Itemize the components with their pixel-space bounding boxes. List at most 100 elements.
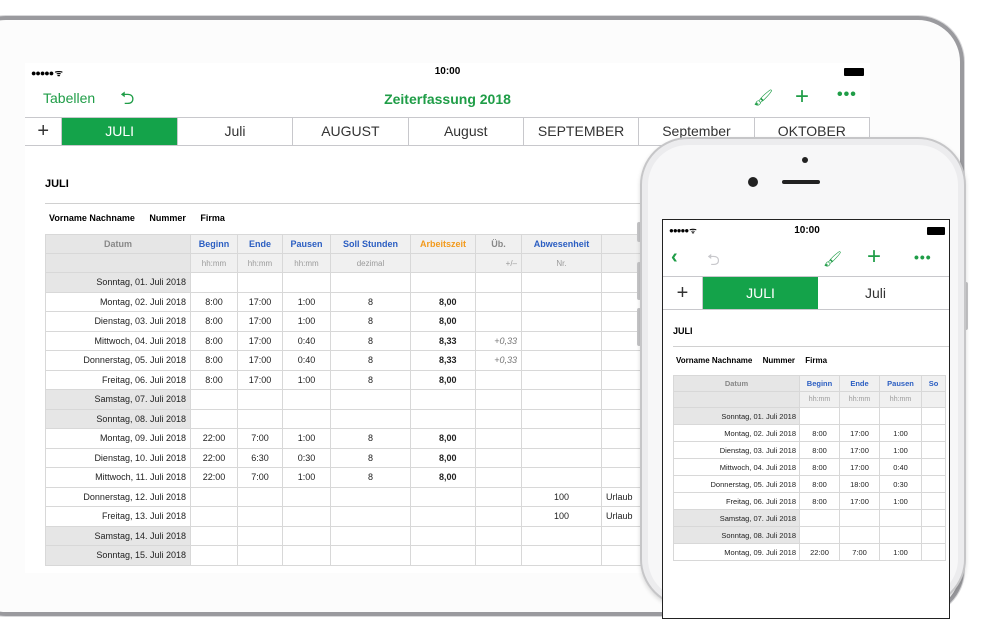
date-cell[interactable]: Montag, 09. Juli 2018 (673, 543, 800, 561)
table-cell[interactable]: 22:00 (190, 467, 238, 488)
date-cell[interactable]: Mittwoch, 11. Juli 2018 (45, 467, 191, 488)
table-cell[interactable]: 0:40 (879, 458, 922, 476)
date-cell[interactable]: Montag, 02. Juli 2018 (45, 291, 191, 312)
table-cell[interactable] (521, 350, 602, 371)
table-cell[interactable] (521, 467, 602, 488)
table-cell[interactable] (282, 408, 331, 429)
date-cell[interactable]: Donnerstag, 12. Juli 2018 (45, 486, 191, 507)
tab-juli[interactable]: Juli (177, 118, 294, 145)
date-cell[interactable]: Montag, 02. Juli 2018 (673, 424, 800, 442)
table-cell[interactable]: 100 (521, 506, 602, 527)
table-cell[interactable]: 17:00 (839, 441, 880, 459)
table-cell[interactable]: 17:00 (237, 311, 283, 332)
table-cell[interactable] (521, 291, 602, 312)
table-cell[interactable] (521, 408, 602, 429)
table-cell[interactable]: 22:00 (190, 428, 238, 449)
table-cell[interactable] (839, 526, 880, 544)
meta-name[interactable]: Vorname Nachname (49, 213, 135, 223)
table-cell[interactable] (921, 424, 946, 442)
table-cell[interactable] (410, 389, 476, 410)
more-icon[interactable]: ••• (914, 249, 932, 265)
table-cell[interactable] (282, 486, 331, 507)
column-header[interactable]: Pausen (282, 234, 331, 254)
table-cell[interactable] (475, 447, 522, 468)
table-cell[interactable] (521, 369, 602, 390)
table-cell[interactable] (879, 526, 922, 544)
table-cell[interactable]: 1:00 (282, 311, 331, 332)
table-cell[interactable] (475, 467, 522, 488)
meta-number[interactable]: Nummer (149, 213, 186, 223)
table-cell[interactable] (237, 525, 283, 546)
table-cell[interactable]: 7:00 (237, 428, 283, 449)
table-cell[interactable]: 8,00 (410, 447, 476, 468)
table-cell[interactable] (799, 407, 840, 425)
table-cell[interactable]: +0,33 (475, 350, 522, 371)
table-cell[interactable]: 100 (521, 486, 602, 507)
table-cell[interactable] (190, 525, 238, 546)
table-cell[interactable] (601, 350, 644, 371)
table-cell[interactable] (282, 506, 331, 527)
table-cell[interactable]: 7:00 (237, 467, 283, 488)
table-cell[interactable] (921, 492, 946, 510)
table-cell[interactable]: 1:00 (282, 467, 331, 488)
table-cell[interactable] (330, 272, 411, 293)
date-cell[interactable]: Freitag, 06. Juli 2018 (673, 492, 800, 510)
table-cell[interactable]: 8 (330, 330, 411, 351)
table-cell[interactable] (410, 272, 476, 293)
table-cell[interactable] (410, 545, 476, 566)
table-cell[interactable] (521, 428, 602, 449)
table-cell[interactable]: 8:00 (190, 369, 238, 390)
table-cell[interactable] (601, 525, 644, 546)
table-cell[interactable]: 8,00 (410, 467, 476, 488)
table-cell[interactable]: 17:00 (839, 458, 880, 476)
table-cell[interactable] (601, 428, 644, 449)
table-cell[interactable] (475, 389, 522, 410)
table-cell[interactable]: 17:00 (237, 369, 283, 390)
column-header[interactable]: Arbeitszeit (410, 234, 476, 254)
table-cell[interactable]: 8:00 (799, 424, 840, 442)
table-cell[interactable] (601, 467, 644, 488)
date-cell[interactable]: Montag, 09. Juli 2018 (45, 428, 191, 449)
table-cell[interactable] (475, 486, 522, 507)
tab-juli[interactable]: JULI (62, 118, 178, 145)
table-cell[interactable]: 8:00 (799, 458, 840, 476)
table-cell[interactable] (475, 525, 522, 546)
table-cell[interactable]: 8 (330, 350, 411, 371)
add-sheet-button[interactable]: + (663, 277, 703, 309)
table-cell[interactable] (190, 389, 238, 410)
table-cell[interactable] (601, 389, 644, 410)
table-cell[interactable] (237, 486, 283, 507)
table-cell[interactable] (475, 369, 522, 390)
table-cell[interactable] (237, 272, 283, 293)
date-cell[interactable]: Dienstag, 10. Juli 2018 (45, 447, 191, 468)
document-title[interactable]: Zeiterfassung 2018 (25, 91, 870, 107)
table-cell[interactable] (330, 486, 411, 507)
table-cell[interactable] (521, 545, 602, 566)
date-cell[interactable]: Sonntag, 08. Juli 2018 (673, 526, 800, 544)
column-header[interactable]: Ende (839, 375, 880, 392)
table-cell[interactable]: +0,33 (475, 330, 522, 351)
table-cell[interactable]: 17:00 (839, 492, 880, 510)
column-header[interactable]: Ende (237, 234, 283, 254)
table-cell[interactable]: 1:00 (282, 428, 331, 449)
table-cell[interactable] (190, 272, 238, 293)
table-cell[interactable] (921, 526, 946, 544)
date-cell[interactable]: Samstag, 14. Juli 2018 (45, 525, 191, 546)
table-cell[interactable]: 0:40 (282, 330, 331, 351)
table-cell[interactable] (190, 506, 238, 527)
table-cell[interactable] (879, 407, 922, 425)
table-cell[interactable] (237, 389, 283, 410)
brush-icon[interactable]: 🖌︎ (823, 250, 842, 268)
table-cell[interactable] (475, 272, 522, 293)
table-cell[interactable] (521, 447, 602, 468)
table-cell[interactable]: 8 (330, 369, 411, 390)
date-cell[interactable]: Samstag, 07. Juli 2018 (673, 509, 800, 527)
table-cell[interactable] (521, 272, 602, 293)
table-cell[interactable]: Urlaub (601, 506, 644, 527)
table-cell[interactable] (410, 506, 476, 527)
table-cell[interactable]: 18:00 (839, 475, 880, 493)
table-cell[interactable]: 8 (330, 428, 411, 449)
table-cell[interactable] (282, 389, 331, 410)
table-cell[interactable]: Urlaub (601, 486, 644, 507)
table-cell[interactable] (330, 525, 411, 546)
